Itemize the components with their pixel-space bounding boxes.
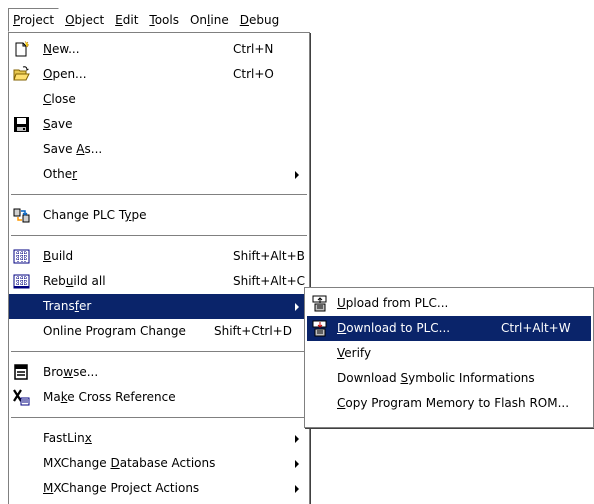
menu-item-build[interactable]: Build Shift+Alt+B: [9, 244, 309, 269]
menu-item-browse[interactable]: Browse...: [9, 360, 309, 385]
menu-online[interactable]: Online: [185, 8, 234, 32]
menu-item-mxchange-database-actions[interactable]: MXChange Database Actions: [9, 451, 309, 476]
change-plc-icon: [13, 208, 30, 223]
menu-item-open[interactable]: Open... Ctrl+O: [9, 62, 309, 87]
menu-tools[interactable]: Tools: [144, 8, 184, 32]
menu-debug[interactable]: Debug: [235, 8, 284, 32]
new-file-icon: [15, 41, 30, 57]
menu-separator: [11, 417, 307, 419]
menu-item-upload-from-plc[interactable]: Upload from PLC...: [305, 291, 593, 316]
menu-item-other[interactable]: Other: [9, 162, 309, 187]
project-menu: New... Ctrl+N Open... Ctrl+O Close Save …: [8, 32, 310, 504]
menu-bar: Project Object Edit Tools Online Debug: [8, 8, 285, 32]
shortcut-download-to-plc: Ctrl+Alt+W: [501, 321, 571, 335]
menu-item-change-plc-type[interactable]: Change PLC Type: [9, 203, 309, 228]
submenu-arrow-icon: [295, 171, 299, 179]
menu-item-save-as[interactable]: Save As...: [9, 137, 309, 162]
menu-item-fastlinx[interactable]: FastLinx: [9, 426, 309, 451]
submenu-arrow-icon: [295, 435, 299, 443]
menu-item-close[interactable]: Close: [9, 87, 309, 112]
shortcut-build: Shift+Alt+B: [233, 249, 305, 263]
menu-item-rebuild-all[interactable]: Rebuild all Shift+Alt+C: [9, 269, 309, 294]
menu-item-copy-program-memory-to-flash[interactable]: Copy Program Memory to Flash ROM...: [305, 391, 593, 416]
shortcut-rebuild-all: Shift+Alt+C: [233, 274, 306, 288]
menu-item-download-symbolic-informations[interactable]: Download Symbolic Informations: [305, 366, 593, 391]
build-icon: [13, 249, 30, 264]
menu-project[interactable]: Project: [8, 8, 60, 32]
rebuild-all-icon: [13, 274, 30, 289]
save-disk-icon: [14, 117, 29, 132]
menu-separator: [11, 235, 307, 237]
browse-icon: [14, 364, 28, 380]
menu-separator: [11, 351, 307, 353]
cross-reference-icon: [13, 389, 30, 406]
menu-object[interactable]: Object: [60, 8, 109, 32]
shortcut-new: Ctrl+N: [233, 42, 274, 56]
menu-item-make-cross-reference[interactable]: Make Cross Reference: [9, 385, 309, 410]
menu-edit[interactable]: Edit: [110, 8, 143, 32]
shortcut-online-program-change: Shift+Ctrl+D: [214, 324, 292, 338]
transfer-submenu: Upload from PLC... Download to PLC... Ct…: [304, 287, 594, 428]
download-plc-icon: [312, 320, 327, 337]
shortcut-open: Ctrl+O: [233, 67, 274, 81]
submenu-arrow-icon: [295, 485, 299, 493]
menu-item-save[interactable]: Save: [9, 112, 309, 137]
submenu-arrow-icon: [295, 303, 299, 311]
open-folder-icon: [13, 66, 30, 81]
menu-item-verify[interactable]: Verify: [305, 341, 593, 366]
menu-item-download-to-plc[interactable]: Download to PLC... Ctrl+Alt+W: [307, 316, 591, 341]
upload-plc-icon: [312, 295, 327, 312]
menu-item-mxchange-project-actions[interactable]: MXChange Project Actions: [9, 476, 309, 501]
submenu-arrow-icon: [295, 460, 299, 468]
menu-item-new[interactable]: New... Ctrl+N: [9, 37, 309, 62]
menu-separator: [11, 194, 307, 196]
menu-item-transfer[interactable]: Transfer: [9, 294, 309, 319]
menu-item-online-program-change[interactable]: Online Program Change Shift+Ctrl+D: [9, 319, 309, 344]
